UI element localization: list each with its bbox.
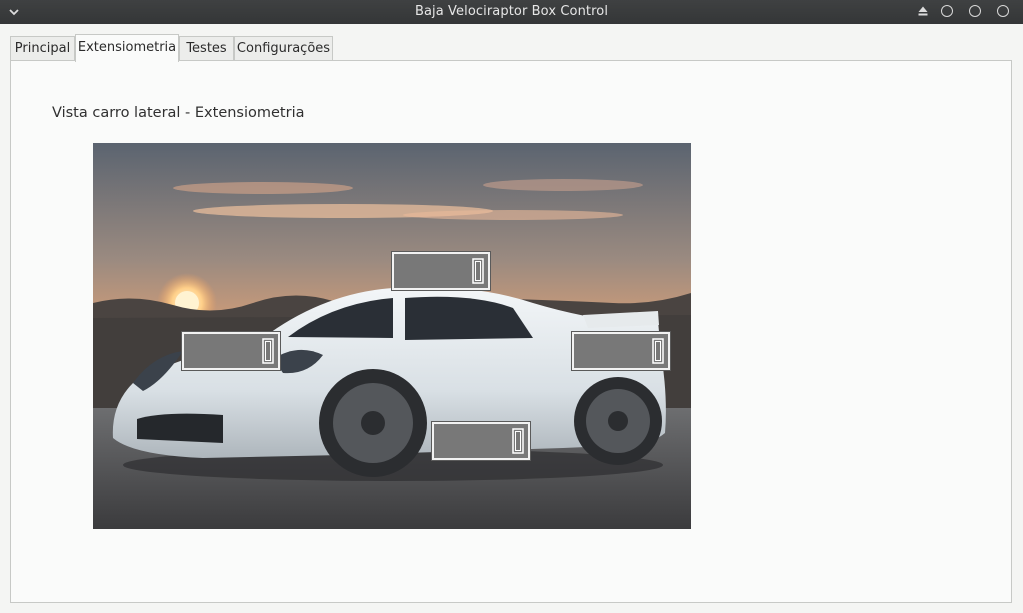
strain-display-top bbox=[392, 252, 490, 290]
tab-configuracoes[interactable]: Configurações bbox=[234, 36, 333, 60]
title-bar: Baja Velociraptor Box Control bbox=[0, 0, 1023, 24]
tab-principal[interactable]: Principal bbox=[10, 36, 75, 60]
close-icon[interactable] bbox=[997, 5, 1009, 17]
tab-extensiometria[interactable]: Extensiometria bbox=[75, 34, 179, 62]
strain-display-rear bbox=[572, 332, 670, 370]
digit-0-icon bbox=[262, 338, 274, 364]
digit-0-icon bbox=[472, 258, 484, 284]
car-side-image bbox=[93, 143, 691, 529]
digit-0-icon bbox=[512, 428, 524, 454]
eject-icon[interactable] bbox=[917, 5, 929, 17]
strain-display-front bbox=[182, 332, 280, 370]
tab-panel: Vista carro lateral - Extensiometria bbox=[10, 60, 1012, 603]
main-window: Vista carro lateral - Extensiometria Pri… bbox=[0, 24, 1023, 613]
window-title: Baja Velociraptor Box Control bbox=[414, 4, 609, 19]
tab-testes[interactable]: Testes bbox=[179, 36, 234, 60]
page-title: Vista carro lateral - Extensiometria bbox=[52, 105, 305, 121]
maximize-icon[interactable] bbox=[969, 5, 981, 17]
minimize-icon[interactable] bbox=[941, 5, 953, 17]
digit-0-icon bbox=[652, 338, 664, 364]
strain-display-bottom bbox=[432, 422, 530, 460]
